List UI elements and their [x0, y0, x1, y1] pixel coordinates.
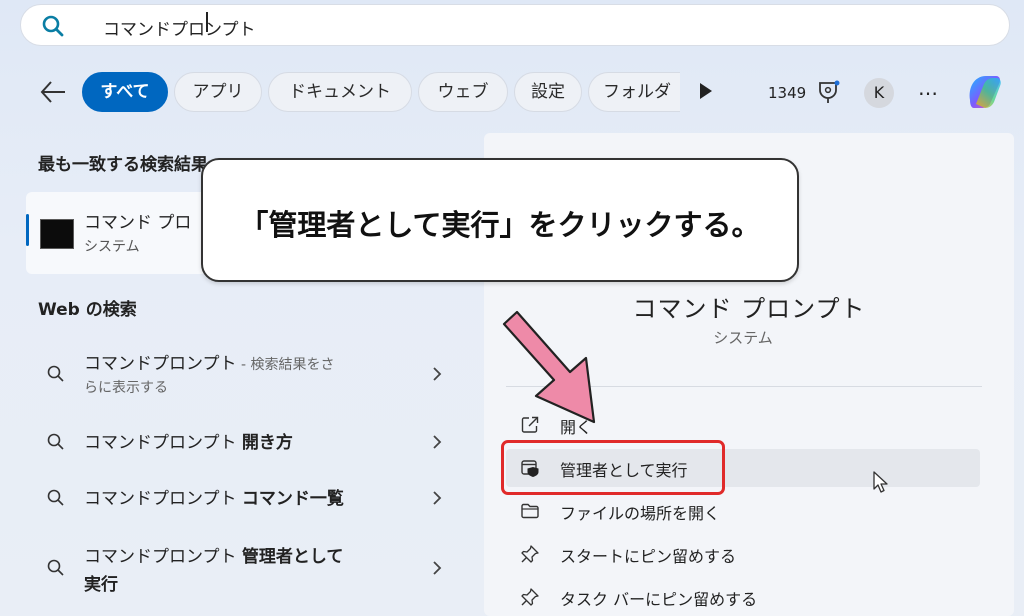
web-result-keyword-line2: 実行: [84, 575, 118, 595]
web-result-keyword: 開き方: [241, 433, 293, 453]
action-label: スタートにピン留めする: [560, 547, 737, 566]
web-result-item[interactable]: コマンドプロンプト コマンド一覧: [38, 484, 458, 512]
web-result-item[interactable]: コマンドプロンプト 開き方: [38, 428, 458, 456]
best-match-app-type: システム: [84, 239, 140, 255]
best-match-app-name: コマンド プロ: [84, 213, 192, 233]
copilot-icon[interactable]: [962, 70, 1006, 114]
avatar[interactable]: K: [864, 78, 894, 108]
search-icon: [47, 489, 64, 506]
search-icon: [47, 365, 64, 382]
chevron-right-icon: [433, 561, 442, 575]
tab-web[interactable]: ウェブ: [418, 72, 508, 112]
pin-icon: [521, 588, 539, 606]
web-result-query: コマンドプロンプト: [84, 354, 237, 374]
back-arrow-icon[interactable]: [38, 79, 68, 105]
tab-settings[interactable]: 設定: [514, 72, 582, 112]
action-label: タスク バーにピン留めする: [560, 590, 758, 609]
more-options-icon[interactable]: …: [918, 76, 939, 100]
web-search-heading: Web の検索: [38, 300, 137, 320]
tab-all[interactable]: すべて: [82, 72, 168, 112]
web-result-keyword: コマンド一覧: [241, 489, 344, 509]
web-result-text: コマンドプロンプト 開き方: [84, 428, 293, 453]
search-icon: [47, 433, 64, 450]
selection-indicator: [26, 214, 29, 246]
tab-apps[interactable]: アプリ: [174, 72, 262, 112]
web-result-query: コマンドプロンプト: [84, 547, 242, 567]
rewards-trophy-icon[interactable]: [815, 79, 841, 107]
action-label: ファイルの場所を開く: [560, 504, 721, 523]
web-result-text: コマンドプロンプト 管理者として: [84, 542, 343, 567]
highlight-box: [501, 440, 725, 495]
chevron-right-icon: [433, 491, 442, 505]
command-prompt-app-icon: [40, 219, 74, 249]
mouse-cursor-icon: [873, 471, 888, 493]
rewards-points: 1349: [768, 84, 807, 102]
search-input[interactable]: [101, 12, 985, 42]
scroll-tabs-right-icon[interactable]: [700, 83, 712, 99]
web-result-item[interactable]: コマンドプロンプト - 検索結果をさ らに表示する: [38, 346, 458, 402]
text-caret: [206, 12, 208, 32]
web-result-item[interactable]: コマンドプロンプト 管理者として 実行: [38, 540, 458, 596]
instruction-callout: 「管理者として実行」をクリックする。: [201, 158, 799, 282]
action-pin-to-start[interactable]: スタートにピン留めする: [506, 535, 980, 573]
search-icon: [42, 15, 64, 37]
folder-icon: [521, 503, 539, 519]
tab-documents[interactable]: ドキュメント: [268, 72, 412, 112]
pin-icon: [521, 545, 539, 563]
web-result-text: コマンドプロンプト コマンド一覧: [84, 484, 344, 509]
tab-folders[interactable]: フォルダ: [588, 72, 680, 112]
web-result-suffix-line2: らに表示する: [84, 380, 168, 396]
pointer-arrow-annotation: [502, 310, 596, 424]
search-icon: [47, 559, 64, 576]
action-open-file-location[interactable]: ファイルの場所を開く: [506, 492, 980, 530]
chevron-right-icon: [433, 435, 442, 449]
best-match-heading: 最も一致する検索結果: [38, 155, 208, 175]
web-result-query: コマンドプロンプト: [84, 489, 242, 509]
web-result-text: コマンドプロンプト - 検索結果をさ: [84, 349, 334, 374]
instruction-text: 「管理者として実行」をクリックする。: [239, 208, 761, 242]
web-result-query: コマンドプロンプト: [84, 433, 242, 453]
chevron-right-icon: [433, 367, 442, 381]
web-result-keyword: 管理者として: [241, 547, 344, 567]
search-box[interactable]: [20, 4, 1010, 46]
web-result-suffix: - 検索結果をさ: [236, 357, 335, 373]
action-pin-to-taskbar[interactable]: タスク バーにピン留めする: [506, 578, 980, 616]
